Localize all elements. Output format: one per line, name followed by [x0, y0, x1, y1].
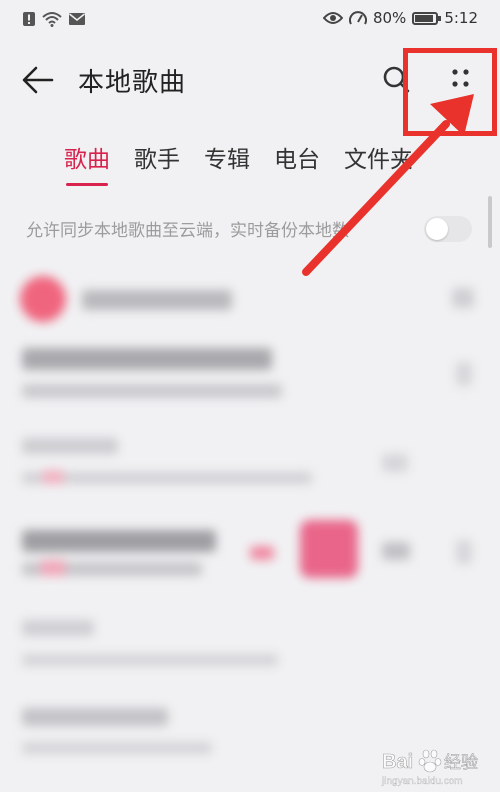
mail-icon — [69, 13, 85, 25]
svg-text:Bai: Bai — [382, 751, 413, 773]
album-thumbnail[interactable] — [300, 520, 358, 578]
clock: 5:12 — [444, 9, 478, 27]
tab-albums[interactable]: 专辑 — [204, 140, 250, 186]
tab-songs[interactable]: 歌曲 — [64, 140, 110, 186]
back-button[interactable] — [20, 62, 60, 98]
list-item[interactable] — [22, 708, 168, 726]
list-item-count — [382, 542, 410, 560]
toggle-knob — [426, 218, 448, 240]
play-all-label-placeholder — [82, 290, 232, 310]
list-item-tag — [40, 560, 66, 576]
scrollbar[interactable] — [488, 196, 492, 248]
list-item-sub — [22, 384, 282, 398]
cloud-sync-row: 允许同步本地歌曲至云端，实时备份本地数 — [26, 216, 472, 246]
list-item-more[interactable] — [456, 540, 472, 564]
eye-icon — [322, 12, 343, 24]
battery-fill — [415, 14, 433, 22]
wifi-icon — [42, 12, 62, 27]
list-item-more[interactable] — [382, 454, 408, 472]
list-item[interactable] — [22, 438, 118, 454]
alert-icon — [23, 12, 35, 26]
annotation-highlight-box — [403, 48, 497, 136]
list-item[interactable] — [22, 530, 216, 552]
tab-radio[interactable]: 电台 — [274, 140, 320, 186]
list-item-more[interactable] — [456, 362, 472, 386]
list-item[interactable] — [22, 620, 94, 636]
arrow-left-icon — [22, 66, 54, 94]
status-right: 80% 5:12 — [322, 9, 478, 27]
svg-text:jingyan.baidu.com: jingyan.baidu.com — [381, 776, 463, 787]
list-item-tag — [42, 470, 64, 484]
play-all-button[interactable] — [20, 276, 66, 322]
multi-select-icon[interactable] — [452, 288, 474, 308]
cloud-sync-toggle[interactable] — [424, 216, 472, 242]
page-title: 本地歌曲 — [78, 68, 187, 98]
category-tabs: 歌曲 歌手 专辑 电台 文件夹 — [64, 140, 413, 186]
speed-icon — [348, 11, 367, 25]
baidu-jingyan-watermark: Bai 经验 jingyan.baidu.com — [381, 749, 478, 787]
battery-icon — [412, 11, 442, 25]
list-item[interactable] — [22, 348, 272, 370]
list-item-accent — [250, 546, 274, 560]
battery-percent: 80% — [372, 9, 407, 27]
status-left-icons — [22, 11, 86, 27]
list-item-sub — [22, 742, 212, 754]
svg-text:经验: 经验 — [444, 753, 478, 773]
cloud-sync-label: 允许同步本地歌曲至云端，实时备份本地数 — [26, 221, 349, 241]
blurred-song-list — [0, 262, 500, 792]
tab-artists[interactable]: 歌手 — [134, 140, 180, 186]
list-item-sub — [22, 654, 278, 666]
tab-folders[interactable]: 文件夹 — [344, 140, 413, 186]
status-bar: 80% 5:12 — [0, 0, 500, 40]
list-item-sub — [22, 472, 312, 484]
